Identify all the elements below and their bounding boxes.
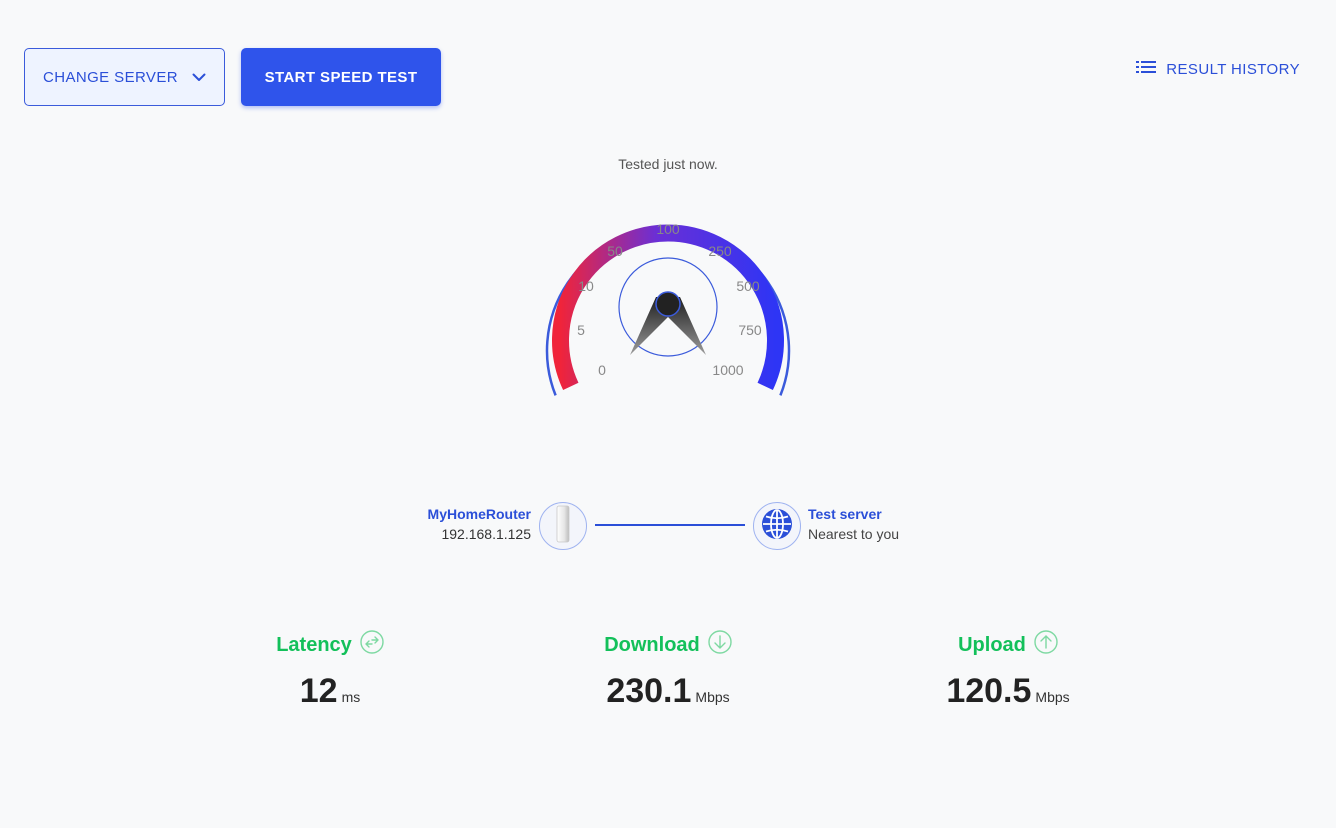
latency-metric: Latency 12 ms (200, 630, 460, 711)
server-node (753, 502, 801, 550)
globe-icon (760, 507, 794, 546)
gauge-tick-label: 0 (598, 362, 606, 378)
download-arrow-icon (708, 630, 732, 660)
result-history-link[interactable]: RESULT HISTORY (1136, 58, 1300, 80)
gauge-tick-label: 100 (656, 221, 680, 237)
latency-icon (360, 630, 384, 660)
change-server-label: CHANGE SERVER (43, 68, 178, 86)
gauge-tick-label: 1000 (712, 362, 743, 378)
router-icon (555, 505, 571, 548)
chevron-down-icon (192, 69, 206, 86)
result-history-label: RESULT HISTORY (1166, 60, 1300, 78)
download-unit: Mbps (695, 689, 730, 705)
connection-line (595, 524, 745, 526)
upload-arrow-icon (1034, 630, 1058, 660)
speed-gauge: 0 5 10 50 100 250 500 750 1000 (538, 185, 798, 400)
router-ip: 192.168.1.125 (441, 526, 531, 542)
test-status-text: Tested just now. (618, 156, 718, 172)
upload-label: Upload (958, 633, 1026, 656)
gauge-tick-label: 50 (607, 243, 623, 259)
gauge-svg: 0 5 10 50 100 250 500 750 1000 (545, 221, 791, 396)
upload-value: 120.5 (946, 672, 1032, 710)
start-speed-test-label: START SPEED TEST (264, 68, 418, 86)
gauge-tick-label: 750 (738, 322, 762, 338)
download-metric: Download 230.1 Mbps (538, 630, 798, 711)
gauge-tick-label: 500 (736, 278, 760, 294)
start-speed-test-button[interactable]: START SPEED TEST (241, 48, 441, 106)
gauge-tick-label: 5 (577, 322, 585, 338)
router-info: MyHomeRouter 192.168.1.125 (380, 506, 531, 542)
latency-unit: ms (341, 689, 361, 705)
download-value: 230.1 (606, 672, 692, 710)
server-description: Nearest to you (808, 526, 900, 542)
gauge-tick-label: 250 (708, 243, 732, 259)
download-label: Download (604, 633, 700, 656)
upload-unit: Mbps (1035, 689, 1070, 705)
change-server-button[interactable]: CHANGE SERVER (24, 48, 225, 106)
latency-label: Latency (276, 633, 352, 656)
gauge-hub (655, 291, 681, 317)
server-info: Test server Nearest to you (808, 506, 899, 542)
gauge-tick-label: 10 (578, 278, 594, 294)
latency-value: 12 (299, 672, 338, 710)
speed-test-page: CHANGE SERVER START SPEED TEST RESULT HI… (0, 0, 1336, 828)
list-icon (1136, 60, 1157, 78)
upload-metric: Upload 120.5 Mbps (878, 630, 1138, 711)
server-name: Test server (808, 506, 882, 522)
router-name: MyHomeRouter (427, 506, 531, 522)
router-node (539, 502, 587, 550)
